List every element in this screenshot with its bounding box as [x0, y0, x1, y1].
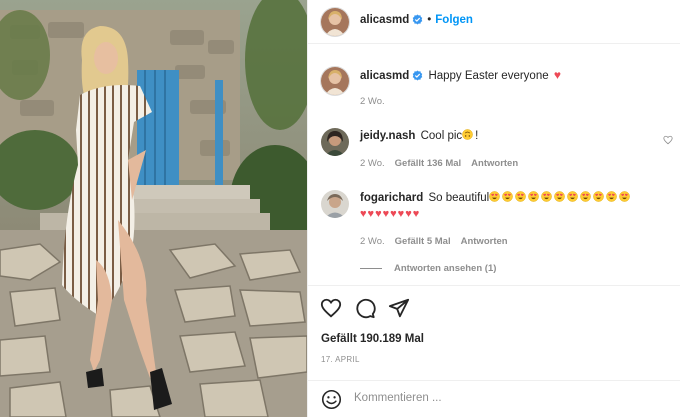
caption-time[interactable]: 2 Wo.	[360, 96, 385, 107]
emoji-icon[interactable]	[321, 389, 342, 413]
reply-button[interactable]: Antworten	[471, 158, 518, 169]
red-heart-emoji-icon: ♥	[553, 68, 561, 82]
comment-username[interactable]: fogarichard	[360, 192, 423, 204]
caption-line: alicasmd Happy Easter everyone ♥	[360, 67, 561, 86]
verified-badge-icon	[412, 70, 423, 86]
post-actions: Gefällt 190.189 Mal 17. APRIL	[308, 285, 680, 375]
red-heart-emoji-row: ♥♥♥♥♥♥♥♥	[360, 208, 421, 220]
comment-time[interactable]: 2 Wo.	[360, 236, 385, 247]
replies-divider	[360, 267, 382, 269]
separator-dot: •	[427, 14, 432, 26]
post-photo-image	[0, 0, 307, 417]
heart-icon[interactable]	[320, 297, 342, 319]
upside-down-face-emoji-icon	[462, 129, 475, 142]
heart-eyes-emoji-icon	[489, 191, 500, 202]
follow-button[interactable]: Folgen	[435, 14, 473, 26]
reply-button[interactable]: Antworten	[461, 236, 508, 247]
heart-eyes-emoji-row	[489, 191, 632, 204]
caption-username[interactable]: alicasmd	[360, 70, 409, 82]
comment-composer	[308, 380, 680, 417]
caption-avatar[interactable]	[321, 67, 349, 95]
author-username[interactable]: alicasmd	[360, 14, 409, 26]
post-date[interactable]: 17. APRIL	[321, 355, 360, 364]
comment-avatar[interactable]	[321, 190, 349, 218]
heart-eyes-emoji-icon	[515, 191, 526, 202]
comment-text: Cool pic	[420, 130, 463, 142]
view-replies-label[interactable]: Antworten ansehen (1)	[394, 263, 496, 274]
heart-eyes-emoji-icon	[606, 191, 617, 202]
heart-eyes-emoji-icon	[541, 191, 552, 202]
comment-meta: 2 Wo. Gefällt 5 Mal Antworten	[360, 236, 508, 247]
heart-eyes-emoji-icon	[619, 191, 630, 202]
post-detail-panel: alicasmd • Folgen alicasmd Happy Easter ev…	[307, 0, 680, 417]
comment-text: So beautiful	[428, 192, 490, 204]
heart-eyes-emoji-icon	[554, 191, 565, 202]
post-photo[interactable]	[0, 0, 307, 417]
header-line: alicasmd • Folgen	[360, 14, 473, 28]
comment-avatar-image	[321, 190, 349, 218]
heart-eyes-emoji-icon	[593, 191, 604, 202]
comment-username[interactable]: jeidy.nash	[360, 130, 415, 142]
comment-icon[interactable]	[354, 297, 376, 319]
comment-time[interactable]: 2 Wo.	[360, 158, 385, 169]
comment-likes[interactable]: Gefällt 136 Mal	[395, 158, 462, 169]
comment-like-heart-icon[interactable]	[663, 135, 673, 148]
comment-input[interactable]	[354, 392, 634, 404]
heart-eyes-emoji-icon	[567, 191, 578, 202]
comment-avatar-image	[321, 128, 349, 156]
heart-eyes-emoji-icon	[528, 191, 539, 202]
view-replies[interactable]: Antworten ansehen (1)	[360, 262, 496, 274]
caption-text: Happy Easter everyone	[428, 70, 549, 82]
comment-meta: 2 Wo. Gefällt 136 Mal Antworten	[360, 158, 518, 169]
heart-eyes-emoji-icon	[580, 191, 591, 202]
share-icon[interactable]	[388, 297, 410, 319]
like-count[interactable]: Gefällt 190.189 Mal	[321, 333, 424, 345]
author-avatar[interactable]	[321, 8, 349, 36]
comment-line: jeidy.nash Cool pic!	[360, 129, 479, 142]
comment-avatar[interactable]	[321, 128, 349, 156]
author-avatar-image	[321, 8, 349, 36]
caption-avatar-image	[321, 67, 349, 95]
post-header: alicasmd • Folgen	[308, 0, 680, 44]
heart-eyes-emoji-icon	[502, 191, 513, 202]
comment-likes[interactable]: Gefällt 5 Mal	[395, 236, 451, 247]
verified-badge-icon	[412, 14, 423, 28]
comment-line: fogarichard So beautiful	[360, 190, 632, 206]
